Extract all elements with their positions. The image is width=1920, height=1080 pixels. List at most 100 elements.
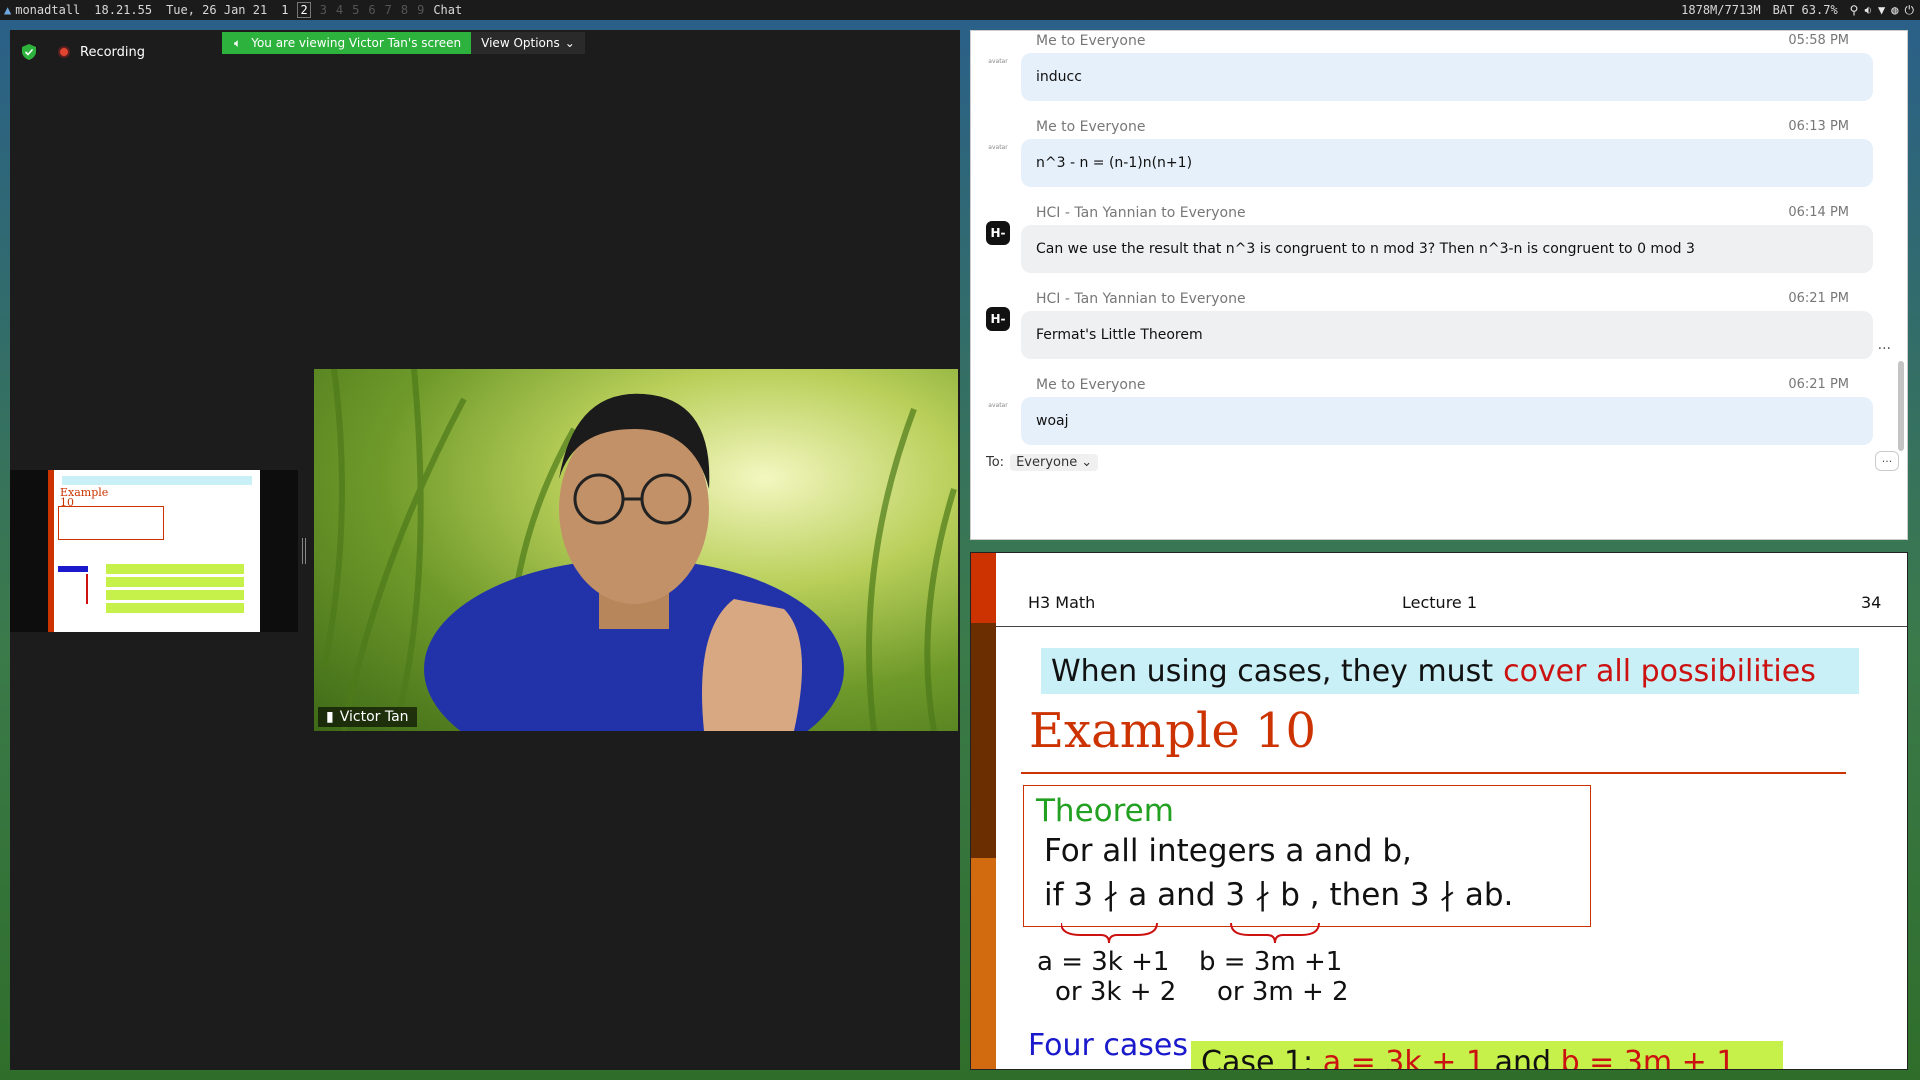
location-icon: ⚲ [1849,2,1859,17]
four-cases-label: Four cases [1028,1028,1189,1063]
chat-message[interactable]: avatar Me to Everyone 06:13 PM n^3 - n =… [971,119,1891,205]
view-options-label: View Options [481,36,560,50]
chat-scrollbar[interactable] [1898,361,1904,451]
slide-accent-bar [971,858,996,1069]
message-bubble[interactable]: inducc [1021,53,1873,101]
slide-lecture: Lecture 1 [1402,593,1478,612]
annotation-braces [1061,922,1320,944]
message-more-icon[interactable]: ··· [1878,341,1891,357]
slide-header-divider [996,626,1907,627]
top-status-bar: ▲ monadtall 18.21.55 Tue, 26 Jan 21 1 2 … [0,0,1920,20]
window-title: Chat [433,3,463,17]
case-1-and: and [1485,1045,1561,1070]
banner-highlight: cover all possibilities [1503,653,1816,689]
chat-message[interactable]: avatar Me to Everyone 06:21 PM woaj [971,377,1891,463]
message-sender: HCI - Tan Yannian to Everyone [1036,205,1246,221]
banner-text: When using cases, they must [1051,653,1494,689]
participant-video[interactable]: ▮ Victor Tan [314,369,958,731]
workspace-4[interactable]: 4 [336,3,343,17]
theorem-line-2: if 3 ∤ a and 3 ∤ b , then 3 ∤ ab. [1044,877,1514,913]
speaker-icon: 🔈︎ [234,35,242,50]
recording-indicator: Recording [22,44,145,60]
thumb-example-title: Example 10 [60,486,109,509]
zoom-meeting-view: Recording 🔈︎ You are viewing Victor Tan'… [10,30,960,1070]
message-time: 06:21 PM [1788,377,1849,392]
b-cases-line-1: b = 3m +1 [1199,947,1343,977]
hostname: monadtall [15,3,81,17]
power-icon[interactable]: ⏻ [1905,3,1915,18]
chat-more-button[interactable]: ··· [1875,451,1899,471]
theorem-line-1: For all integers a and b, [1044,833,1412,869]
chat-message[interactable]: H- HCI - Tan Yannian to Everyone 06:21 P… [971,291,1891,377]
message-bubble[interactable]: Can we use the result that n^3 is congru… [1021,225,1873,273]
message-bubble[interactable]: n^3 - n = (n-1)n(n+1) [1021,139,1873,187]
message-time: 05:58 PM [1788,33,1849,48]
slide-page-number: 34 [1861,593,1882,612]
workspace-1[interactable]: 1 [281,3,288,17]
volume-icon[interactable]: 🔉︎ [1864,3,1872,18]
workspace-2[interactable]: 2 [297,2,311,18]
example-title: Example 10 [1029,703,1317,759]
participant-name: Victor Tan [339,709,409,725]
screen-share-bar: 🔈︎ You are viewing Victor Tan's screen V… [222,32,585,54]
recipient-dropdown[interactable]: Everyone ⌄ [1010,454,1099,471]
chat-message[interactable]: avatar Me to Everyone 05:58 PM inducc [971,33,1891,119]
a-cases-line-2: or 3k + 2 [1055,977,1177,1007]
view-options-button[interactable]: View Options ⌄ [471,32,585,54]
chevron-down-icon: ⌄ [564,36,575,50]
wifi-icon[interactable]: ▼ [1878,3,1885,18]
signal-bars-icon: ▮ [326,709,334,725]
slide-banner: When using cases, they must cover all po… [1041,648,1859,694]
workspace-7[interactable]: 7 [385,3,392,17]
shared-screen-thumbnail[interactable]: Example 10 [10,470,298,632]
clock: 18.21.55 [94,3,153,17]
example-underline [1021,772,1846,774]
message-bubble[interactable]: Fermat's Little Theorem [1021,311,1873,359]
shared-slide-preview: Example 10 [48,470,260,632]
chat-message[interactable]: H- HCI - Tan Yannian to Everyone 06:14 P… [971,205,1891,291]
avatar: H- [986,307,1010,331]
recording-dot-icon[interactable] [58,46,70,58]
security-shield-icon[interactable] [22,44,36,60]
avatar: H- [986,221,1010,245]
case-1-label: Case 1: [1201,1045,1323,1070]
recipient-value: Everyone [1016,455,1078,470]
date: Tue, 26 Jan 21 [166,3,268,17]
participant-name-label: ▮ Victor Tan [318,707,417,727]
workspace-5[interactable]: 5 [352,3,359,17]
panel-resize-handle[interactable] [302,538,306,564]
slide-course: H3 Math [1028,593,1096,612]
network-icon: ◍ [1891,2,1899,17]
recording-label: Recording [80,44,146,60]
viewing-banner: 🔈︎ You are viewing Victor Tan's screen [222,32,472,54]
avatar: avatar [988,401,1008,409]
workspace-6[interactable]: 6 [368,3,375,17]
message-time: 06:14 PM [1788,205,1849,220]
chevron-down-icon: ⌄ [1081,455,1093,470]
case-1-row: Case 1: a = 3k + 1 and b = 3m + 1 [1191,1041,1783,1070]
slide-accent-bar [971,553,996,623]
viewing-label: You are viewing Victor Tan's screen [251,36,462,50]
memory-usage: 1878M/7713M [1681,3,1761,17]
recipient-selector: To: Everyone ⌄ [986,454,1099,471]
message-bubble[interactable]: woaj [1021,397,1873,445]
arch-logo-icon: ▲ [4,3,12,17]
case-1-b: b = 3m + 1 [1560,1045,1736,1070]
video-feed [321,369,957,731]
slide-accent-bar [971,623,996,858]
chat-panel: avatar Me to Everyone 05:58 PM inducc av… [970,30,1908,540]
workspace-8[interactable]: 8 [401,3,408,17]
message-sender: HCI - Tan Yannian to Everyone [1036,291,1246,307]
theorem-title: Theorem [1036,793,1174,829]
a-cases-line-1: a = 3k +1 [1037,947,1170,977]
battery-status: BAT 63.7% [1772,3,1838,17]
workspace-3[interactable]: 3 [320,3,327,17]
avatar: avatar [988,143,1008,151]
message-time: 06:13 PM [1788,119,1849,134]
case-1-a: a = 3k + 1 [1322,1045,1486,1070]
workspace-9[interactable]: 9 [417,3,424,17]
message-sender: Me to Everyone [1036,377,1146,393]
lecture-slide: H3 Math Lecture 1 34 When using cases, t… [970,552,1908,1070]
to-label: To: [986,455,1005,470]
message-time: 06:21 PM [1788,291,1849,306]
